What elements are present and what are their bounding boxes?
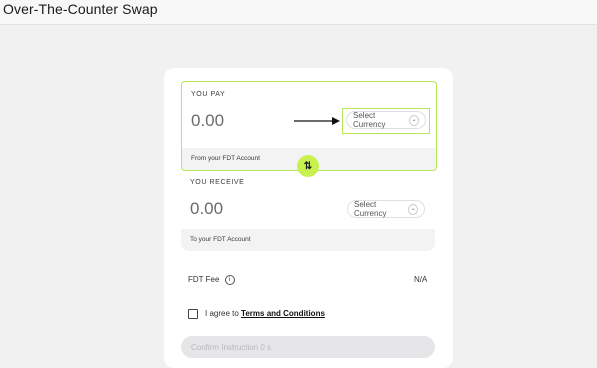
pay-amount-input[interactable]: 0.00 [191, 111, 224, 131]
receive-label: YOU RECEIVE [190, 179, 245, 186]
confirm-instruction-button[interactable]: Confirm Instruction 0 s [181, 336, 435, 358]
receive-currency-select[interactable]: Select Currency ⌄ [347, 200, 425, 218]
chevron-down-icon: ⌄ [408, 203, 418, 215]
terms-link[interactable]: Terms and Conditions [241, 309, 325, 318]
top-bar: Over-The-Counter Swap [0, 0, 597, 25]
info-icon[interactable]: i [224, 275, 235, 285]
receive-account-note: To your FDT Account [190, 236, 251, 243]
confirm-label: Confirm Instruction 0 s [191, 342, 272, 352]
pay-currency-label: Select Currency [353, 111, 386, 129]
fee-value: N/A [414, 275, 428, 284]
receive-currency-label: Select Currency [354, 200, 387, 218]
fee-row: FDT Fee i [188, 275, 235, 285]
receive-amount-input[interactable]: 0.00 [190, 199, 223, 219]
swap-direction-button[interactable]: ⇅ [297, 155, 319, 177]
page-title: Over-The-Counter Swap [3, 1, 158, 17]
chevron-down-icon: ⌄ [408, 114, 419, 126]
terms-text: I agree to Terms and Conditions [205, 309, 325, 318]
pay-account-note: From your FDT Account [191, 155, 260, 162]
terms-checkbox[interactable] [188, 309, 198, 319]
swap-vertical-icon: ⇅ [303, 160, 313, 172]
pay-label: YOU PAY [191, 91, 226, 98]
terms-prefix: I agree to [205, 309, 239, 318]
fee-label: FDT Fee [188, 275, 220, 285]
pay-currency-select[interactable]: Select Currency ⌄ [346, 111, 426, 129]
annotation-arrow [294, 117, 340, 125]
receive-account-note-strip: To your FDT Account [181, 229, 435, 251]
